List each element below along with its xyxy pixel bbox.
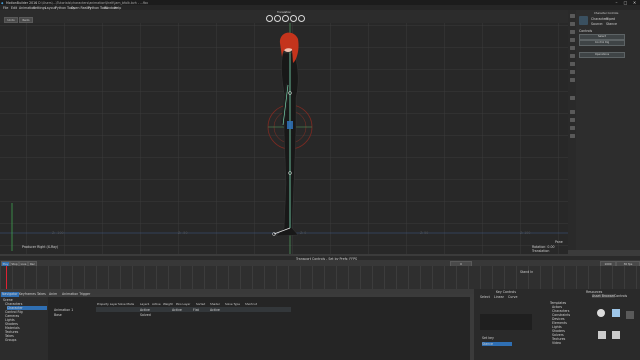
- source-value[interactable]: Stance: [606, 22, 617, 26]
- col-pins-layer: Pins Layer: [176, 302, 191, 306]
- tree-item-groups[interactable]: Groups: [5, 338, 45, 342]
- actor-thumb-icon[interactable]: [612, 309, 620, 317]
- navigator-tree: Scene Characters Character Control Rig C…: [0, 297, 48, 360]
- hip-marker: [287, 121, 293, 129]
- col-shader: Shader: [210, 302, 220, 306]
- grid-tool-icon[interactable]: [569, 110, 575, 114]
- camera-tool-icon[interactable]: [569, 38, 575, 42]
- pane-info-2: Rotation: 0.00 Translation: [532, 245, 555, 253]
- col-layer1: Layer1: [140, 302, 150, 306]
- cell-solved[interactable]: Solved: [140, 313, 151, 317]
- source-label: Source:: [591, 22, 604, 26]
- cell-active-3[interactable]: Active: [210, 308, 220, 312]
- rotate-icon[interactable]: [274, 15, 281, 22]
- operations-button[interactable]: Operations: [579, 52, 625, 58]
- skeleton-thumb-icon[interactable]: [626, 311, 634, 319]
- camera-label: Producer Right (X-Ray): [22, 245, 59, 249]
- col-weight: Weight: [163, 302, 173, 306]
- move-tool-icon[interactable]: [569, 14, 575, 18]
- menu-help[interactable]: Help: [114, 6, 121, 10]
- character-thumb-icon[interactable]: [597, 309, 605, 317]
- asset-tab[interactable]: Asset Browser: [592, 294, 615, 298]
- col-solve-type: Solve Type: [225, 302, 240, 306]
- character-icon: [579, 16, 588, 25]
- character-body: [275, 52, 299, 237]
- scale-icon[interactable]: [282, 15, 289, 22]
- cell-flat[interactable]: Flat: [193, 308, 199, 312]
- axis-label-2: Z: -50: [178, 231, 188, 235]
- visibility-tool-icon[interactable]: [569, 78, 575, 82]
- lock-tool-icon[interactable]: [569, 96, 575, 100]
- filter-tool-icon[interactable]: [569, 126, 575, 130]
- app-logo-icon: ◆: [1, 0, 4, 5]
- col-shortcut: Shortcut: [245, 302, 257, 306]
- window-title: MotionBuilder 2016: [6, 0, 38, 5]
- scene-svg: [0, 23, 568, 254]
- mode-label: Stand In: [520, 270, 534, 274]
- cell-animation: Animation 1: [54, 308, 74, 312]
- col-property-layer: Property Layer: [97, 302, 118, 306]
- axis-label-4: Z: 50: [420, 231, 429, 235]
- light-tool-icon[interactable]: [569, 46, 575, 50]
- pivot-icon[interactable]: [298, 15, 305, 22]
- controls-section-label: Controls: [579, 29, 593, 33]
- col-sorted: Sorted: [196, 302, 206, 306]
- col-solve-mode: Solve Mode: [118, 302, 135, 306]
- col-active: Active: [152, 302, 161, 306]
- cell-base: Base: [54, 313, 62, 317]
- set-key-label: Set key: [482, 336, 494, 340]
- control-rig-button[interactable]: Control Rig: [579, 40, 625, 46]
- playhead[interactable]: [6, 266, 7, 289]
- rig-thumb-icon[interactable]: [598, 331, 606, 339]
- layout-tool-icon[interactable]: [569, 54, 575, 58]
- asset-browser-panel: Resources Asset Browser Controls Templat…: [540, 289, 640, 360]
- cell-active-2[interactable]: Active: [172, 308, 182, 312]
- pane-info: Pane: [555, 240, 563, 244]
- key-curve[interactable]: Curve: [508, 295, 517, 299]
- translate-icon[interactable]: [266, 15, 273, 22]
- menu-file[interactable]: File: [3, 6, 8, 10]
- key-graph[interactable]: [480, 314, 532, 330]
- timeline-ruler[interactable]: Stand In: [0, 266, 640, 289]
- key-controls-title: Key Controls: [496, 290, 516, 294]
- cell-active-1[interactable]: Active: [140, 308, 150, 312]
- menu-edit[interactable]: Edit: [11, 6, 17, 10]
- select-icon[interactable]: [290, 15, 297, 22]
- controls-tab[interactable]: Controls: [614, 294, 627, 298]
- asset-video[interactable]: Video: [552, 341, 592, 345]
- frame-tool-icon[interactable]: [569, 70, 575, 74]
- axis-label-3: Z: 0: [300, 231, 307, 235]
- character-value[interactable]: Biped: [606, 17, 615, 21]
- axis-label-1: Z: -100: [52, 231, 64, 235]
- scale-tool-icon[interactable]: [569, 30, 575, 34]
- snap-tool-icon[interactable]: [569, 118, 575, 122]
- key-select[interactable]: Select: [480, 295, 490, 299]
- key-linear[interactable]: Linear: [494, 295, 504, 299]
- stance-label[interactable]: Stance: [482, 342, 512, 346]
- 3d-viewport[interactable]: Producer Right (X-Ray) Z: -100 Z: -50 Z:…: [0, 23, 568, 254]
- viewer-tools-strip: [568, 10, 576, 250]
- file-path: - D:\Users\...\Tutorials\characters\anim…: [36, 0, 149, 5]
- rotate-tool-icon[interactable]: [569, 22, 575, 26]
- clip-thumb-icon[interactable]: [612, 331, 620, 339]
- gizmo-label: Translation: [277, 11, 292, 14]
- view-tool-icon[interactable]: [569, 134, 575, 138]
- panel-title: Character Controls: [594, 12, 619, 15]
- axis-label-5: Z: 100: [520, 231, 531, 235]
- display-tool-icon[interactable]: [569, 62, 575, 66]
- key-controls-panel: Key Controls Select Linear Curve Set key…: [474, 289, 540, 360]
- character-controls-panel: Character Controls Character: Biped Sour…: [576, 10, 640, 250]
